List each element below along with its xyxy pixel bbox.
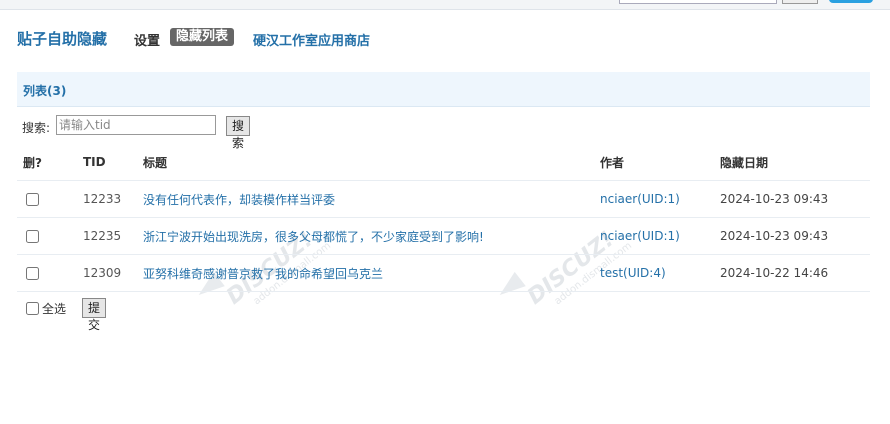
select-all-checkbox[interactable] (26, 302, 39, 315)
hidden-posts-table: 删? TID 标题 作者 隐藏日期 12233 没有任何代表作，却装模作样当评委… (17, 144, 870, 292)
row-author-link[interactable]: nciaer(UID:1) (600, 229, 680, 243)
submit-button[interactable]: 提交 (82, 298, 107, 332)
col-header-delete: 删? (17, 144, 83, 181)
row-date: 2024-10-22 14:46 (720, 254, 870, 292)
row-tid: 12233 (83, 180, 143, 218)
nav-hidden-list[interactable]: 隐藏列表 (170, 28, 235, 46)
row-delete-checkbox[interactable] (26, 267, 39, 280)
col-header-author: 作者 (600, 144, 720, 181)
list-title: 列表(3) (23, 84, 67, 98)
table-header-row: 删? TID 标题 作者 隐藏日期 (17, 144, 870, 181)
table-row: 12235 浙江宁波开始出现洗房，很多父母都慌了，不少家庭受到了影响! ncia… (17, 217, 870, 255)
search-label: 搜索: (22, 121, 51, 135)
nav-app-store[interactable]: 硬汉工作室应用商店 (253, 30, 370, 49)
col-header-title: 标题 (143, 144, 600, 181)
search-input[interactable] (56, 115, 216, 135)
select-all[interactable]: 全选 (22, 300, 66, 317)
row-author-link[interactable]: nciaer(UID:1) (600, 192, 680, 206)
nav-settings[interactable]: 设置 (134, 30, 160, 49)
top-search-input[interactable] (619, 0, 777, 4)
top-search-button[interactable] (782, 0, 818, 4)
list-panel-header: 列表(3) (17, 72, 870, 107)
top-action-button[interactable] (829, 0, 873, 3)
row-tid: 12309 (83, 254, 143, 292)
row-title-link[interactable]: 没有任何代表作，却装模作样当评委 (143, 193, 335, 207)
col-header-date: 隐藏日期 (720, 144, 870, 181)
select-all-label: 全选 (42, 302, 67, 316)
table-row: 12233 没有任何代表作，却装模作样当评委 nciaer(UID:1) 202… (17, 180, 870, 218)
browser-top-strip (0, 0, 890, 10)
row-tid: 12235 (83, 217, 143, 255)
search-button[interactable]: 搜索 (226, 116, 251, 150)
row-date: 2024-10-23 09:43 (720, 180, 870, 218)
row-title-link[interactable]: 浙江宁波开始出现洗房，很多父母都慌了，不少家庭受到了影响! (143, 230, 484, 244)
row-date: 2024-10-23 09:43 (720, 217, 870, 255)
row-delete-checkbox[interactable] (26, 230, 39, 243)
app-title: 贴子自助隐藏 (17, 30, 108, 48)
table-row: 12309 亚努科维奇感谢普京救了我的命希望回乌克兰 test(UID:4) 2… (17, 254, 870, 292)
row-delete-checkbox[interactable] (26, 193, 39, 206)
col-header-tid: TID (83, 144, 143, 181)
row-title-link[interactable]: 亚努科维奇感谢普京救了我的命希望回乌克兰 (143, 267, 383, 281)
row-author-link[interactable]: test(UID:4) (600, 266, 666, 280)
